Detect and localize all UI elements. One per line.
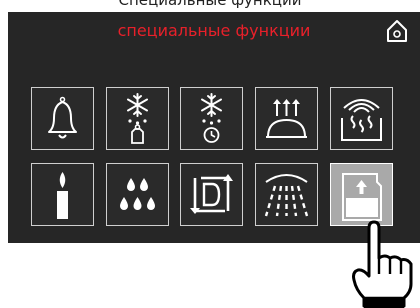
candle-icon xyxy=(57,172,68,219)
plate-warming-icon xyxy=(341,99,382,141)
bell-icon xyxy=(48,96,77,139)
tile-descale[interactable] xyxy=(180,163,243,226)
tile-proving[interactable] xyxy=(255,87,318,150)
drops-icon xyxy=(120,178,155,210)
tile-timer-bell[interactable] xyxy=(31,87,94,150)
tile-rinse[interactable] xyxy=(255,163,318,226)
home-button[interactable] xyxy=(384,18,410,44)
tile-defrost-time[interactable] xyxy=(180,87,243,150)
descale-d-icon xyxy=(190,174,233,214)
tile-candle[interactable] xyxy=(31,163,94,226)
dough-rising-icon xyxy=(266,99,307,138)
display-screen: специальные функции xyxy=(8,12,420,243)
screen-title: специальные функции xyxy=(117,21,311,40)
snowflake-clock-icon xyxy=(201,93,222,143)
water-tank-icon xyxy=(342,173,382,221)
pointing-hand-icon xyxy=(352,220,413,308)
page-heading-cutoff: Специальные функции xyxy=(118,0,302,9)
home-icon xyxy=(387,20,407,42)
tile-drying[interactable] xyxy=(106,163,169,226)
tile-fill-water[interactable] xyxy=(330,163,393,226)
snowflake-weight-icon xyxy=(127,93,148,144)
tile-warm-plates[interactable] xyxy=(330,87,393,150)
tile-defrost-weight[interactable] xyxy=(106,87,169,150)
spray-icon xyxy=(264,174,309,217)
